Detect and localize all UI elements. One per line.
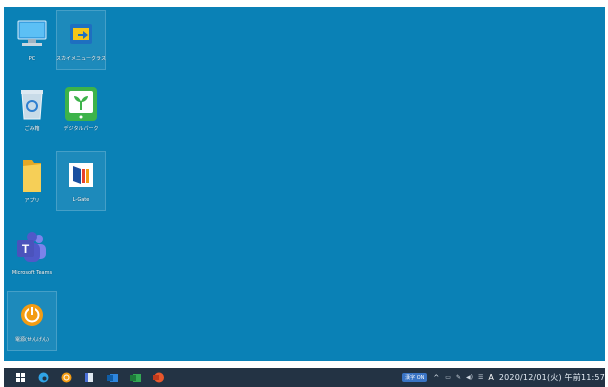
pc-icon <box>15 16 49 52</box>
outlook-icon[interactable] <box>105 371 119 385</box>
ime-indicator[interactable]: 漢字 ON <box>402 373 428 382</box>
digital-park-icon <box>64 86 98 122</box>
keyboard-icon[interactable]: ☰ <box>478 374 483 381</box>
desktop-icon-label: スカイメニュークラス <box>56 56 106 62</box>
system-tray: 漢字 ON ^ ▭ ✎ ◀) ☰ A 2020/12/01(火) 午前11:57 <box>402 368 605 387</box>
pen-icon[interactable]: ✎ <box>456 374 461 381</box>
notes-icon[interactable] <box>82 371 96 385</box>
app-orange-icon[interactable] <box>59 371 73 385</box>
desktop-icon-recycle-bin[interactable]: ごみ箱 <box>7 81 57 141</box>
volume-icon[interactable]: ◀) <box>466 374 473 381</box>
desktop-icon-digital-park[interactable]: デジタルパーク <box>56 81 106 141</box>
l-gate-icon <box>64 157 98 193</box>
desktop-icon-l-gate[interactable]: L-Gate <box>56 151 106 211</box>
desktop-icon-pc[interactable]: PC <box>7 11 57 71</box>
folder-icon <box>15 158 49 194</box>
teams-icon: T <box>15 230 49 266</box>
desktop-icon-label: アプリ <box>24 198 40 204</box>
power-icon <box>15 297 49 333</box>
excel-icon[interactable] <box>128 371 142 385</box>
input-mode-indicator[interactable]: A <box>488 373 493 382</box>
sky-menu-icon <box>64 16 98 52</box>
chevron-up-icon[interactable]: ^ <box>433 374 439 382</box>
desktop-icon-label: 電源(せんげん) <box>15 337 49 343</box>
desktop-icon-power[interactable]: 電源(せんげん) <box>7 291 57 351</box>
powerpoint-icon[interactable] <box>151 371 165 385</box>
desktop: PC スカイメニュークラス ごみ箱 デジタルパーク アプリ L-Gate T M… <box>4 7 605 361</box>
edge-icon[interactable] <box>36 371 50 385</box>
svg-text:T: T <box>22 242 30 256</box>
recycle-bin-icon <box>15 86 49 122</box>
network-icon[interactable]: ▭ <box>445 374 451 381</box>
taskbar-clock[interactable]: 2020/12/01(火) 午前11:57 <box>499 372 605 383</box>
desktop-icon-teams[interactable]: T Microsoft Teams <box>7 225 57 285</box>
desktop-icon-label: Microsoft Teams <box>11 270 53 276</box>
desktop-icon-label: PC <box>28 56 36 62</box>
taskbar: 漢字 ON ^ ▭ ✎ ◀) ☰ A 2020/12/01(火) 午前11:57 <box>4 368 605 387</box>
desktop-icon-label: デジタルパーク <box>63 126 99 132</box>
desktop-icon-sky-menu[interactable]: スカイメニュークラス <box>56 10 106 70</box>
windows-start-icon[interactable] <box>13 371 27 385</box>
desktop-icon-label: L-Gate <box>72 197 90 203</box>
desktop-icon-label: ごみ箱 <box>24 126 40 132</box>
desktop-icon-folder[interactable]: アプリ <box>7 153 57 213</box>
